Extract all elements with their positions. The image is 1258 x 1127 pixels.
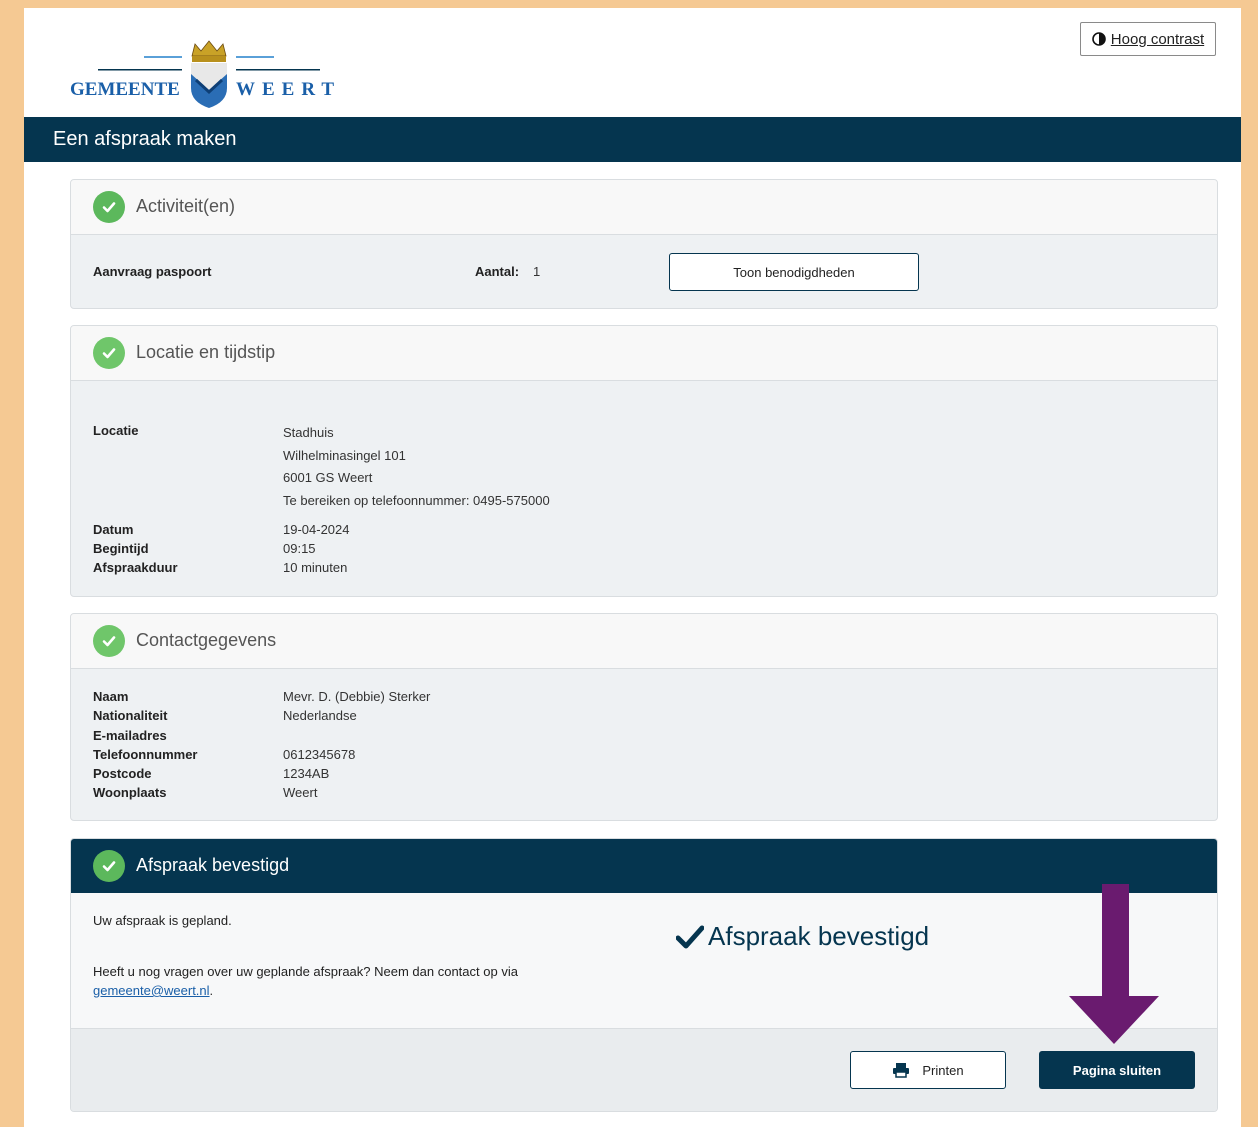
duration-label: Afspraakduur [93, 560, 178, 575]
annotation-arrow-down-icon [1067, 884, 1161, 1046]
confirmation-title: Afspraak bevestigd [136, 855, 290, 875]
phone-value: 0612345678 [283, 747, 356, 762]
count-value: 1 [533, 264, 541, 279]
count-label: Aantal: [475, 264, 520, 279]
printer-icon [893, 1063, 910, 1078]
duration-value: 10 minuten [283, 560, 348, 575]
confirmed-status-text: Afspraak bevestigd [708, 921, 930, 951]
logo-text-gemeente: GEMEENTE [70, 79, 180, 100]
contact-name-value: Mevr. D. (Debbie) Sterker [283, 689, 431, 704]
phone-label: Telefoonnummer [93, 747, 198, 762]
location-section: Locatie en tijdstip Locatie Stadhuis Wil… [70, 325, 1218, 597]
logo-text-weert: WEERT [236, 79, 342, 100]
contact-email-link[interactable]: gemeente@weert.nl [93, 983, 210, 998]
page-title: Een afspraak maken [53, 128, 237, 150]
checkmark-icon [676, 925, 704, 948]
residence-value: Weert [283, 785, 318, 800]
activities-title: Activiteit(en) [136, 196, 236, 216]
date-value: 19-04-2024 [283, 522, 350, 537]
location-header: Locatie en tijdstip [71, 326, 1217, 381]
postcode-label: Postcode [93, 766, 152, 781]
confirmation-header: Afspraak bevestigd [71, 839, 1217, 893]
title-bar: Een afspraak maken [24, 117, 1241, 162]
check-circle-icon [93, 337, 125, 369]
confirmation-message: Uw afspraak is gepland. [93, 913, 232, 928]
check-circle-icon [93, 850, 125, 882]
location-line: Te bereiken op telefoonnummer: 0495-5750… [283, 493, 550, 508]
high-contrast-button[interactable]: Hoog contrast [1080, 22, 1216, 56]
email-label: E-mailadres [93, 728, 167, 743]
activities-header: Activiteit(en) [71, 180, 1217, 235]
show-requirements-button[interactable]: Toon benodigdheden [669, 253, 919, 291]
start-time-value: 09:15 [283, 541, 316, 556]
location-label: Locatie [93, 423, 139, 438]
contact-email-line: gemeente@weert.nl. [93, 983, 213, 998]
location-line: 6001 GS Weert [283, 470, 373, 485]
action-bar: Printen Pagina sluiten [71, 1028, 1217, 1111]
half-circle-contrast-icon [1091, 32, 1106, 46]
location-line: Wilhelminasingel 101 [283, 448, 406, 463]
page-frame: GEMEENTE WEERT Hoog contrast Een afspraa… [24, 8, 1241, 1127]
nationality-label: Nationaliteit [93, 708, 168, 723]
contact-question: Heeft u nog vragen over uw geplande afsp… [93, 964, 518, 979]
print-button-label: Printen [922, 1062, 964, 1078]
contact-title: Contactgegevens [136, 630, 277, 650]
print-button[interactable]: Printen [850, 1051, 1006, 1089]
residence-label: Woonplaats [93, 785, 167, 800]
confirmation-section: Afspraak bevestigd Uw afspraak is geplan… [70, 838, 1218, 1112]
gemeente-weert-logo[interactable]: GEMEENTE WEERT [70, 36, 346, 114]
confirmed-status: Afspraak bevestigd [676, 921, 929, 952]
show-requirements-label: Toon benodigdheden [733, 264, 855, 280]
high-contrast-label: Hoog contrast [1110, 30, 1205, 48]
activity-name: Aanvraag paspoort [93, 264, 212, 279]
close-page-button[interactable]: Pagina sluiten [1039, 1051, 1195, 1089]
location-title: Locatie en tijdstip [136, 342, 276, 362]
location-line: Stadhuis [283, 425, 334, 440]
activities-section: Activiteit(en) Aanvraag paspoort Aantal:… [70, 179, 1218, 309]
contact-name-label: Naam [93, 689, 129, 704]
date-label: Datum [93, 522, 134, 537]
check-circle-icon [93, 191, 125, 223]
contact-section: Contactgegevens Naam Mevr. D. (Debbie) S… [70, 613, 1218, 821]
check-circle-icon [93, 625, 125, 657]
nationality-value: Nederlandse [283, 708, 357, 723]
contact-header: Contactgegevens [71, 614, 1217, 669]
postcode-value: 1234AB [283, 766, 330, 781]
contact-email-suffix: . [209, 983, 214, 998]
start-time-label: Begintijd [93, 541, 149, 556]
close-page-label: Pagina sluiten [1072, 1062, 1162, 1078]
